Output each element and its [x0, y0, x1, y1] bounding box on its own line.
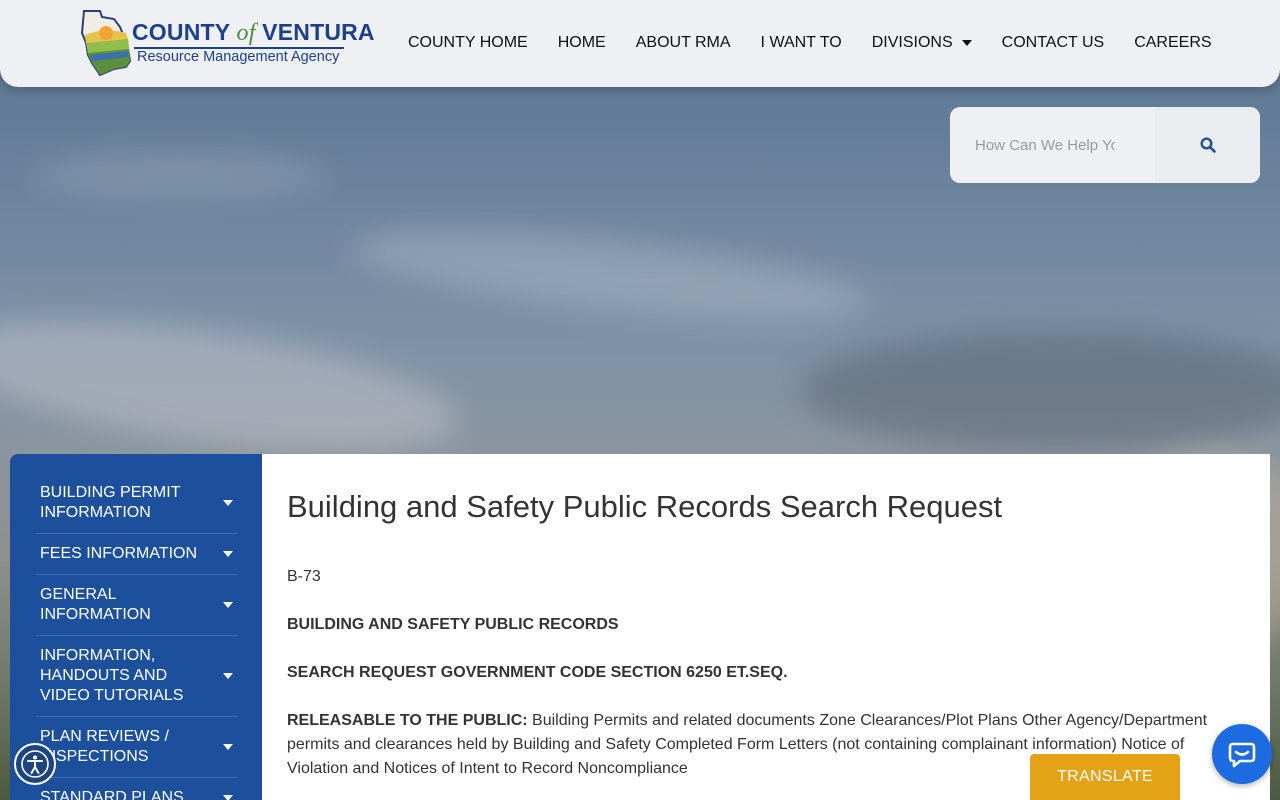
chevron-down-icon[interactable] [223, 500, 233, 506]
search-icon [1199, 137, 1216, 153]
sidebar-item-label: FEES INFORMATION [40, 545, 198, 562]
nav-about-rma[interactable]: ABOUT RMA [636, 34, 731, 52]
accessibility-icon [21, 750, 49, 778]
chat-button[interactable] [1212, 724, 1272, 784]
site-search [950, 107, 1260, 183]
sidebar-item-fees-information[interactable]: FEES INFORMATION [36, 534, 237, 575]
chevron-down-icon[interactable] [223, 744, 233, 750]
nav-divisions[interactable]: DIVISIONS [872, 34, 972, 52]
chevron-down-icon[interactable] [223, 795, 233, 800]
sidebar-item-general-information[interactable]: GENERAL INFORMATION [36, 575, 237, 636]
sidebar-item-plan-reviews-inspections[interactable]: PLAN REVIEWS / INSPECTIONS [36, 717, 237, 778]
sidebar-item-label: STANDARD PLANS [40, 789, 184, 800]
chat-icon [1228, 742, 1256, 768]
search-input[interactable] [975, 133, 1115, 157]
logo-subtitle: Resource Management Agency [137, 49, 340, 65]
form-code: B-73 [287, 568, 321, 585]
sidebar-item-label: GENERAL INFORMATION [40, 586, 151, 623]
releasable-label: RELEASABLE TO THE PUBLIC: [287, 712, 528, 729]
county-map-logo-icon [80, 10, 132, 77]
chevron-down-icon[interactable] [223, 673, 233, 679]
page-title: Building and Safety Public Records Searc… [287, 489, 1003, 524]
translate-button[interactable]: TRANSLATE [1030, 754, 1180, 800]
nav-county-home[interactable]: COUNTY HOME [408, 34, 528, 52]
main-nav: COUNTY HOME HOME ABOUT RMA I WANT TO DIV… [408, 34, 1212, 52]
search-button[interactable] [1155, 107, 1260, 183]
site-logo[interactable]: COUNTY of VENTURA Resource Management Ag… [80, 9, 375, 77]
nav-home[interactable]: HOME [558, 34, 606, 52]
nav-i-want-to[interactable]: I WANT TO [761, 34, 842, 52]
logo-title: COUNTY of VENTURA [132, 19, 375, 46]
section-heading: BUILDING AND SAFETY PUBLIC RECORDS [287, 616, 619, 633]
site-header: COUNTY of VENTURA Resource Management Ag… [0, 0, 1280, 87]
sidebar-item-label: PLAN REVIEWS / INSPECTIONS [40, 728, 169, 765]
main-content: Building and Safety Public Records Searc… [262, 454, 1270, 800]
accessibility-button[interactable] [14, 743, 56, 785]
chevron-down-icon[interactable] [223, 551, 233, 557]
nav-careers[interactable]: CAREERS [1134, 34, 1211, 52]
sidebar-item-building-permit-information[interactable]: BUILDING PERMIT INFORMATION [36, 473, 237, 534]
sidebar-item-label: INFORMATION, HANDOUTS AND VIDEO TUTORIAL… [40, 647, 184, 704]
sidebar-item-information-handouts[interactable]: INFORMATION, HANDOUTS AND VIDEO TUTORIAL… [36, 636, 237, 717]
chevron-down-icon [961, 40, 972, 46]
sidebar-item-standard-plans[interactable]: STANDARD PLANS [36, 778, 237, 800]
sidebar-item-label: BUILDING PERMIT INFORMATION [40, 484, 181, 521]
nav-contact-us[interactable]: CONTACT US [1002, 34, 1105, 52]
section-subheading: SEARCH REQUEST GOVERNMENT CODE SECTION 6… [287, 664, 788, 681]
chevron-down-icon[interactable] [223, 602, 233, 608]
